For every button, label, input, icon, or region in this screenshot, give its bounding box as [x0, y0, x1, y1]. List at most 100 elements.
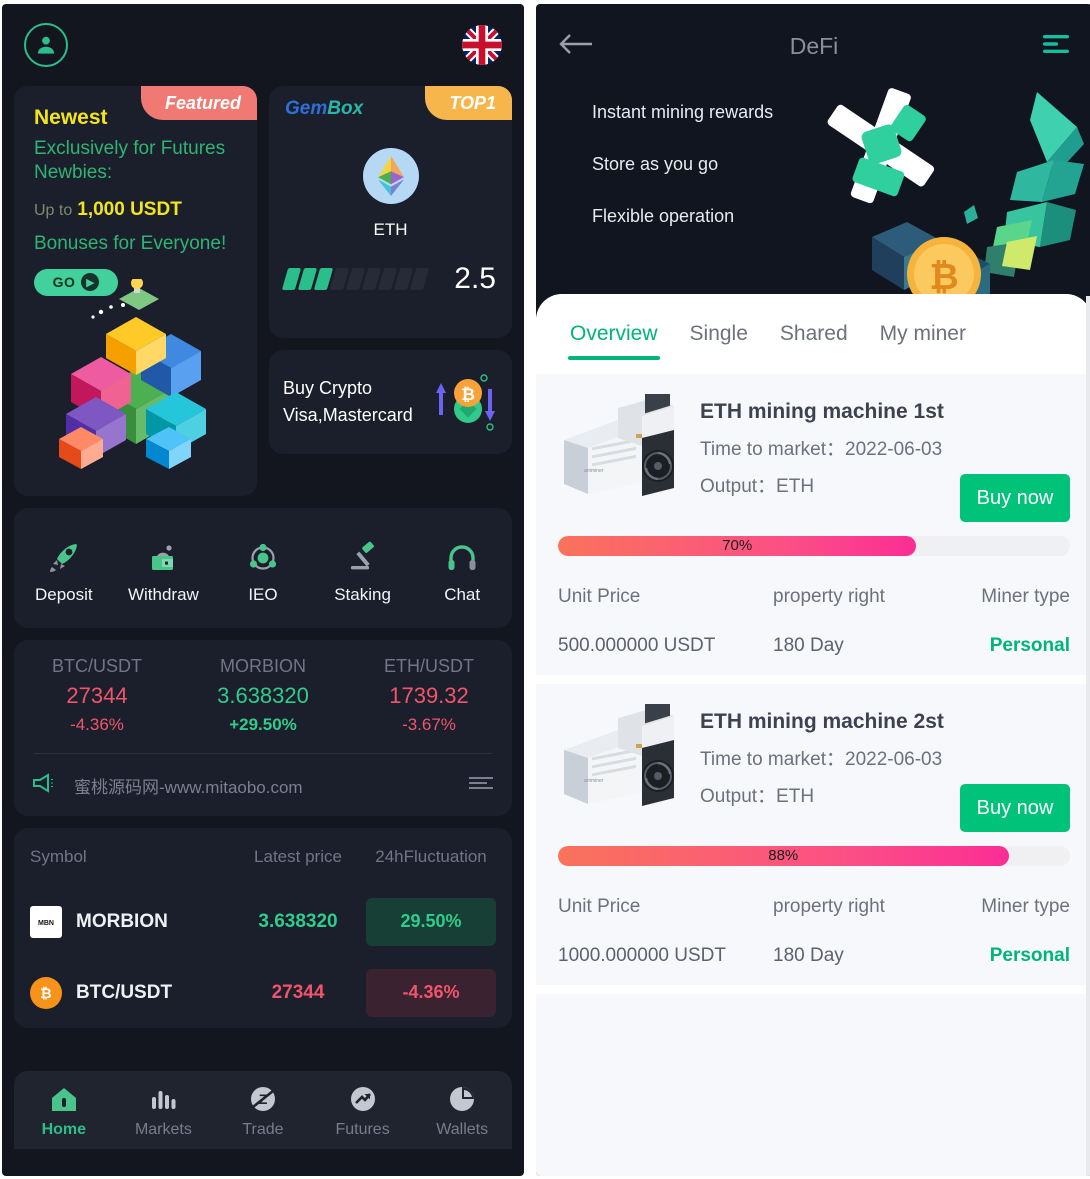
miner-card: antminer ETH mining machine 2st Time to …: [536, 675, 1090, 985]
detail-value: 1000.000000 USDT: [558, 945, 726, 966]
tabbar-item-wallets[interactable]: Wallets: [416, 1082, 508, 1139]
miner-time: Time to market：2022-06-03: [700, 744, 1070, 771]
gem-column: TOP1 GemBox ETH 2.5 Buy Crypto Visa,Mast…: [269, 86, 512, 496]
action-ieo[interactable]: IEO: [218, 531, 308, 605]
defi-tabs: Overview Single Shared My miner: [536, 294, 1090, 374]
ticker-card: BTC/USDT 27344 -4.36% MORBION 3.638320 +…: [14, 640, 512, 816]
bottom-tabbar: Home Markets Z Trade Futures Wallets: [14, 1071, 512, 1149]
detail-value: Personal: [989, 635, 1070, 656]
detail-value: Personal: [989, 945, 1070, 966]
row-symbol: BTC/USDT: [76, 981, 173, 1003]
tabbar-label: Wallets: [436, 1120, 489, 1138]
announcement-bar[interactable]: 蜜桃源码网-www.mitaobo.com: [14, 754, 512, 816]
pie-icon: [448, 1082, 476, 1116]
table-row[interactable]: ₿ BTC/USDT 27344 -4.36%: [30, 957, 496, 1028]
detail-header: Miner type: [981, 896, 1070, 917]
table-row[interactable]: MBN MORBION 3.638320 29.50%: [30, 886, 496, 957]
promo-go-label: GO: [52, 274, 76, 291]
ticker-row: BTC/USDT 27344 -4.36% MORBION 3.638320 +…: [14, 656, 512, 735]
ticker-item[interactable]: MORBION 3.638320 +29.50%: [180, 656, 346, 735]
buy-crypto-text: Buy Crypto Visa,Mastercard: [283, 375, 413, 429]
list-more-icon[interactable]: [468, 775, 494, 796]
tabbar-item-futures[interactable]: Futures: [317, 1082, 409, 1139]
trade-icon: Z: [249, 1082, 277, 1116]
tab-label: Shared: [779, 322, 848, 345]
miner-output-label: Output：: [700, 476, 777, 497]
promo-content: Newest Exclusively for Futures Newbies: …: [14, 86, 257, 296]
market-table: Symbol Latest price 24hFluctuation MBN M…: [14, 828, 512, 1028]
gembox-value: 2.5: [454, 262, 496, 295]
action-staking[interactable]: Staking: [318, 531, 408, 605]
detail-col-price: Unit Price 500.000000 USDT: [558, 586, 773, 657]
tabbar-item-markets[interactable]: Markets: [117, 1082, 209, 1139]
ticker-change: -3.67%: [402, 715, 456, 734]
buy-now-button[interactable]: Buy now: [960, 474, 1070, 522]
buy-crypto-card[interactable]: Buy Crypto Visa,Mastercard ₿: [269, 350, 512, 454]
isometric-blocks-illustration: [41, 277, 231, 484]
tab-my-miner[interactable]: My miner: [864, 294, 982, 374]
trend-icon: [349, 1082, 377, 1116]
tab-label: Single: [689, 322, 748, 345]
promo-newest-label: Newest: [34, 106, 108, 129]
tab-label: Overview: [570, 322, 658, 345]
miner-time-value: 2022-06-03: [845, 749, 943, 770]
detail-value: 500.000000 USDT: [558, 635, 716, 656]
rocket-icon: [46, 531, 82, 575]
megaphone-icon: [32, 772, 58, 799]
pickaxe-bitcoin-illustration: ₿: [792, 52, 1090, 322]
gembox-symbol: ETH: [373, 220, 408, 239]
buy-crypto-line1: Buy Crypto: [283, 378, 373, 398]
ticker-price: 1739.32: [389, 683, 469, 708]
tabbar-item-trade[interactable]: Z Trade: [217, 1082, 309, 1139]
promo-card[interactable]: Featured Newest Exclusively for Futures …: [14, 86, 257, 496]
defi-sheet: Overview Single Shared My miner antminer…: [536, 294, 1090, 1176]
uk-flag-icon[interactable]: [462, 25, 502, 65]
left-topbar: [2, 4, 524, 86]
row-change-badge: 29.50%: [366, 897, 496, 946]
tabbar-label: Home: [41, 1120, 87, 1138]
tab-overview[interactable]: Overview: [554, 294, 674, 374]
svg-text:₿: ₿: [461, 385, 475, 404]
row-change-badge: -4.36%: [366, 968, 496, 1017]
ticker-item[interactable]: BTC/USDT 27344 -4.36%: [14, 656, 180, 735]
action-withdraw[interactable]: Withdraw: [118, 531, 208, 605]
miner-output-value: ETH: [776, 476, 815, 497]
miner-output-label: Output：: [700, 786, 777, 807]
action-label: IEO: [248, 585, 278, 604]
gembox-brand-gem: Gem: [285, 98, 328, 119]
dual-phone-screenshot: Featured Newest Exclusively for Futures …: [0, 0, 1090, 1179]
progress-label: 88%: [768, 847, 799, 864]
tabbar-item-home[interactable]: Home: [18, 1082, 110, 1139]
eth-coin-icon: [362, 148, 419, 204]
action-deposit[interactable]: Deposit: [19, 531, 109, 605]
miner-progress-bar: 70%: [558, 536, 1070, 556]
card-separator: [536, 985, 1090, 994]
back-arrow-icon[interactable]: [558, 32, 594, 61]
promo-go-button[interactable]: GO ▶: [34, 268, 118, 296]
ticker-price: 27344: [66, 683, 128, 708]
tab-shared[interactable]: Shared: [764, 294, 864, 374]
action-label: Staking: [334, 585, 391, 604]
mining-rig-icon: antminer: [558, 693, 682, 810]
buy-now-button[interactable]: Buy now: [960, 784, 1070, 832]
promo-upto-amount: 1,000 USDT: [77, 198, 182, 220]
column-header-fluctuation: 24hFluctuation: [375, 847, 487, 866]
row-symbol: MORBION: [76, 910, 168, 932]
banner-row: Featured Newest Exclusively for Futures …: [2, 86, 524, 496]
vertical-scrollbar[interactable]: [1086, 296, 1090, 1176]
user-avatar-icon[interactable]: [24, 23, 68, 67]
hamburger-menu-icon[interactable]: [1042, 33, 1070, 60]
miner-time-label: Time to market：: [700, 749, 845, 770]
action-chat[interactable]: Chat: [417, 531, 507, 605]
miner-output-value: ETH: [776, 786, 815, 807]
bitcoin-logo-icon: ₿: [30, 976, 62, 1009]
miner-detail-grid: Unit Price 500.000000 USDT property righ…: [558, 586, 1070, 657]
ticker-item[interactable]: ETH/USDT 1739.32 -3.67%: [346, 656, 512, 735]
meter-segment: [409, 268, 430, 290]
tab-single[interactable]: Single: [674, 294, 764, 374]
gavel-icon: [345, 531, 381, 575]
detail-value: 180 Day: [773, 945, 844, 966]
detail-header: property right: [773, 896, 885, 917]
gembox-card[interactable]: TOP1 GemBox ETH 2.5: [269, 86, 512, 338]
row-symbol-cell: MBN MORBION: [30, 905, 230, 938]
